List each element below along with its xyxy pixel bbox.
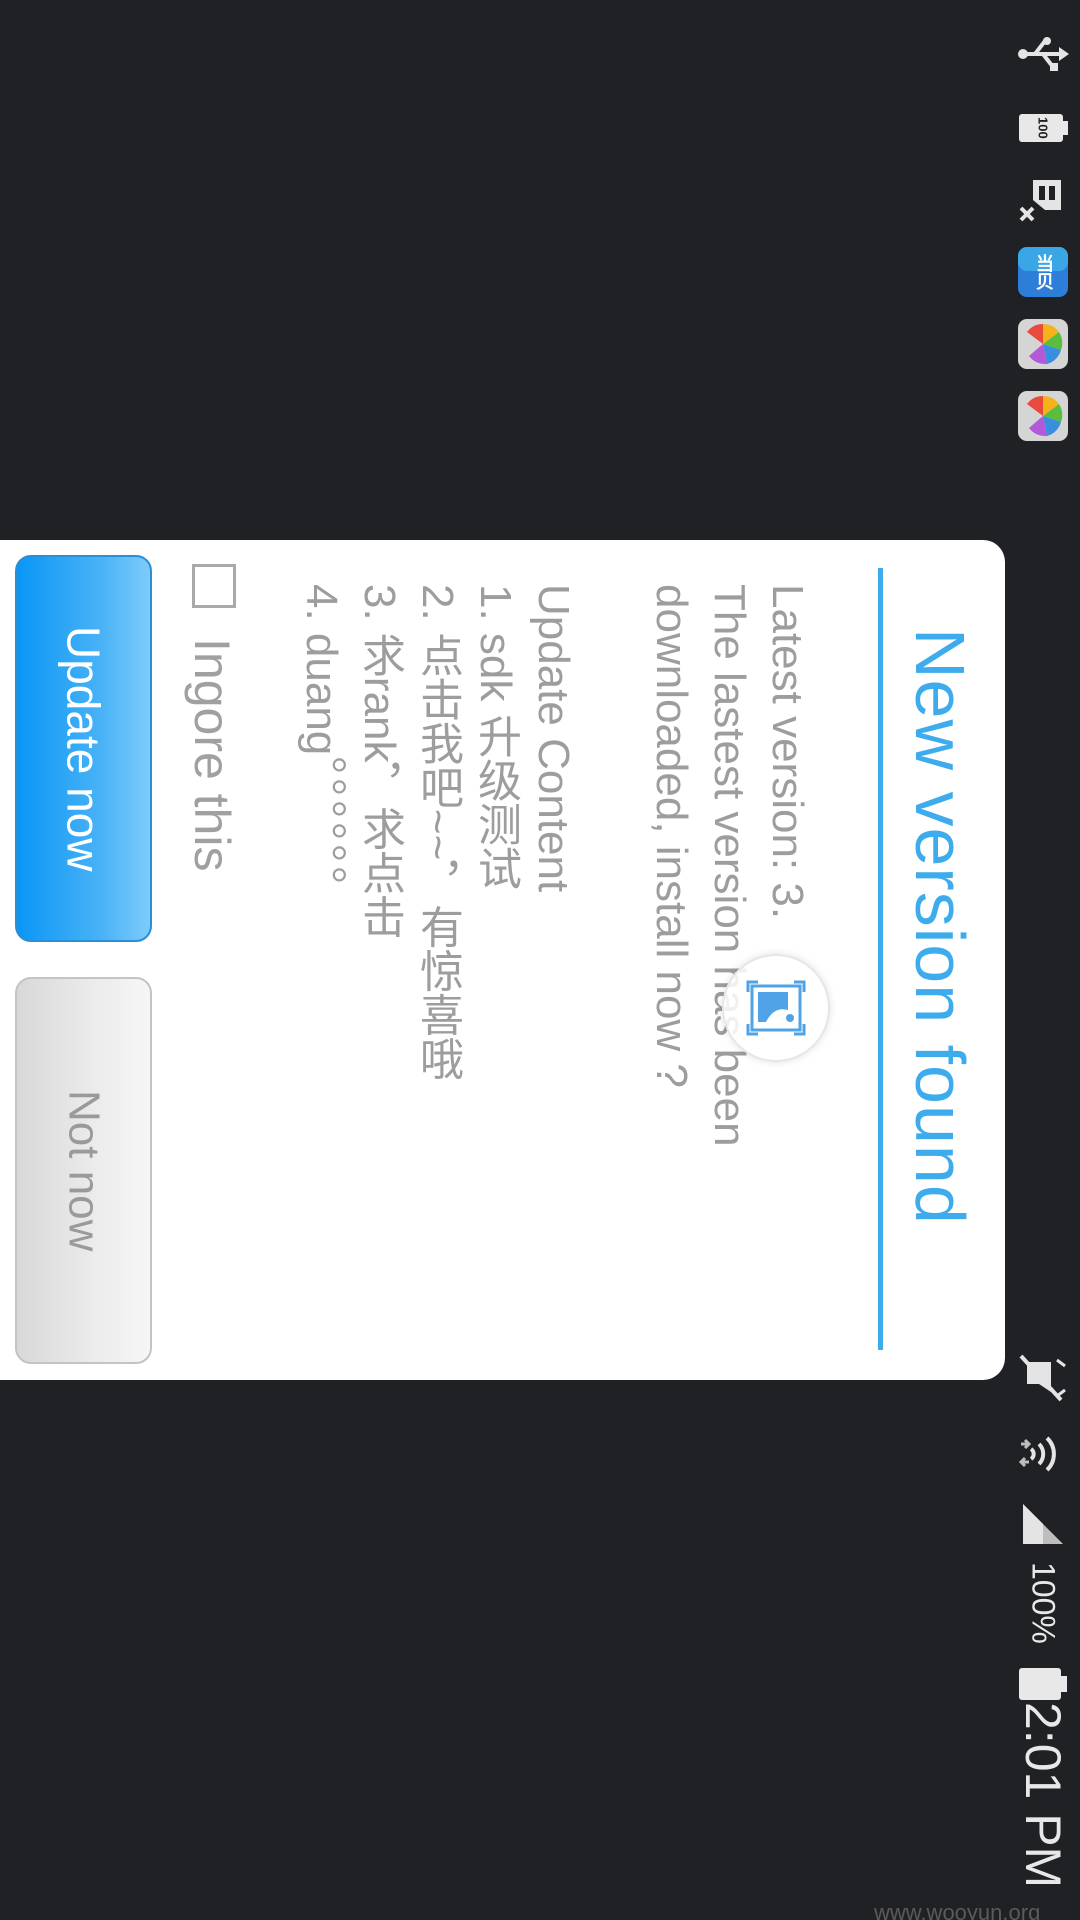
not-now-button[interactable]: Not now (15, 977, 152, 1364)
update-item-4: 4. duang。。。。。。 (297, 584, 346, 910)
install-message-line-1: The lastest version has been (705, 584, 754, 1147)
battery-percent-text: 100% (1025, 1562, 1062, 1644)
install-message-line-2: downloaded, install now ? (647, 584, 696, 1088)
status-bar: 100 当贝 100% 2:01 PM (1006, 0, 1080, 1920)
news-app-glyph: 当贝 (1033, 254, 1054, 290)
app-icon-1 (1016, 318, 1070, 370)
screenshot-overlay-button[interactable] (722, 954, 830, 1062)
usb-icon (1016, 28, 1070, 80)
watermark: www.wooyun.org (874, 1900, 1041, 1920)
image-capture-icon (746, 980, 806, 1036)
battery-100-icon: 100 (1016, 102, 1070, 154)
update-now-button[interactable]: Update now (15, 555, 152, 942)
wifi-icon (1016, 1428, 1070, 1480)
ignore-checkbox[interactable] (192, 564, 236, 608)
sim-missing-icon (1016, 174, 1070, 226)
update-item-1: 1. sdk 升级测试 (471, 584, 520, 890)
update-item-3: 3. 求rank，求点击 (355, 584, 404, 939)
battery-100-label: 100 (1035, 117, 1051, 139)
latest-version-text: Latest version: 3. (763, 584, 812, 920)
update-dialog: New version found Latest version: 3. The… (0, 540, 1005, 1380)
clock-text: 2:01 PM (1015, 1702, 1071, 1889)
news-app-icon: 当贝 (1016, 246, 1070, 298)
signal-icon (1016, 1498, 1070, 1550)
mute-icon (1016, 1352, 1070, 1404)
update-now-label: Update now (57, 625, 110, 872)
app-icon-2 (1016, 390, 1070, 442)
update-content-title: Update Content (529, 584, 578, 893)
not-now-label: Not now (59, 1089, 109, 1252)
title-divider (878, 568, 883, 1350)
dialog-title: New version found (901, 628, 979, 1225)
install-message: The lastest version has been downloaded,… (642, 584, 758, 1147)
ignore-label[interactable]: Ingore this (182, 638, 242, 871)
screen: 100 当贝 100% 2:01 PM New version found La… (0, 0, 1080, 1920)
update-item-2: 2. 点击我吧~~，有惊喜哦 (413, 584, 462, 1081)
